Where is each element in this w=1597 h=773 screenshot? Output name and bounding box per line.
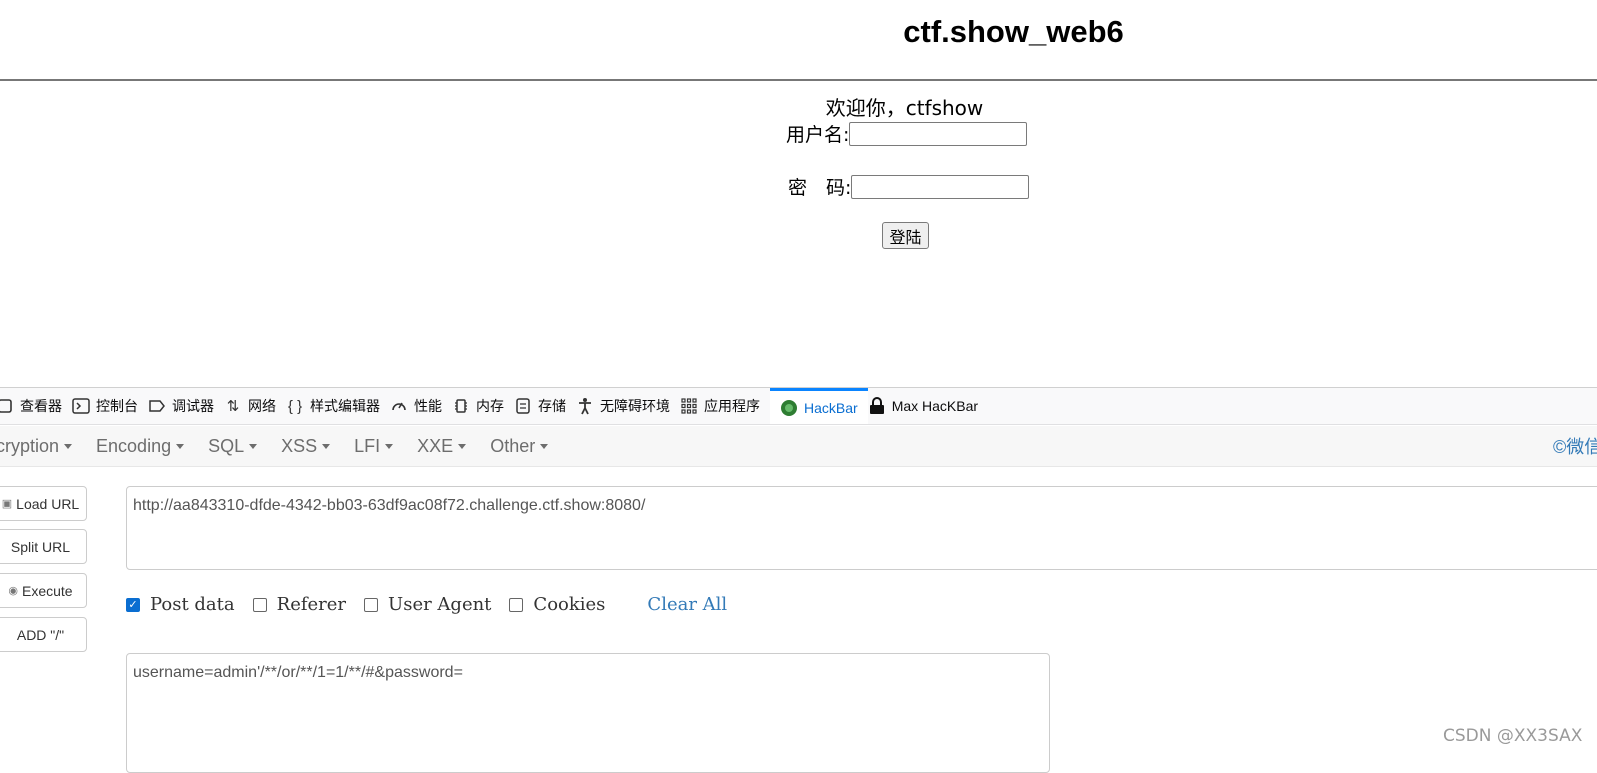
tab-label: 查看器 bbox=[20, 398, 62, 414]
button-label: Load URL bbox=[16, 495, 80, 512]
password-label: 密 码: bbox=[788, 177, 852, 199]
divider bbox=[0, 79, 1597, 81]
tab-label: 网络 bbox=[248, 398, 276, 414]
hackbar-options: ✓ Post data Referer User Agent Cookies Cl… bbox=[126, 594, 727, 615]
username-row: 用户名: bbox=[786, 120, 1028, 147]
load-icon: ▣ bbox=[1, 498, 13, 510]
accessibility-icon bbox=[576, 397, 594, 415]
menu-sql[interactable]: SQL bbox=[208, 435, 258, 457]
menu-label: Other bbox=[490, 435, 536, 456]
devtools-tabbar: 查看器 控制台 调试器 ⇅ 网络 { } 样式编辑器 性能 内存 存储 无障碍环… bbox=[0, 388, 1597, 425]
application-icon bbox=[680, 397, 698, 415]
tab-label: 应用程序 bbox=[704, 398, 760, 414]
checkbox-icon[interactable] bbox=[364, 597, 379, 612]
network-icon: ⇅ bbox=[226, 398, 240, 415]
option-cookies[interactable]: Cookies bbox=[509, 594, 605, 615]
tab-label: 调试器 bbox=[172, 398, 214, 414]
tab-label: 样式编辑器 bbox=[310, 398, 380, 414]
menu-label: SQL bbox=[208, 435, 245, 456]
button-label: ADD "/" bbox=[16, 626, 65, 643]
url-value: http://aa843310-dfde-4342-bb03-63df9ac08… bbox=[133, 497, 646, 514]
tab-accessibility[interactable]: 无障碍环境 bbox=[576, 388, 680, 424]
menu-xxe[interactable]: XXE bbox=[417, 435, 467, 457]
caret-icon bbox=[322, 444, 331, 450]
tab-label: 性能 bbox=[414, 398, 442, 414]
caret-icon bbox=[64, 444, 73, 450]
performance-icon bbox=[390, 397, 408, 415]
storage-icon bbox=[514, 397, 532, 415]
caret-icon bbox=[249, 444, 258, 450]
username-input[interactable] bbox=[849, 121, 1028, 146]
hackbar-icon bbox=[780, 399, 798, 417]
tab-storage[interactable]: 存储 bbox=[514, 388, 576, 424]
menu-encoding[interactable]: Encoding bbox=[96, 435, 185, 457]
max-hackbar-icon bbox=[868, 397, 886, 415]
option-label: Post data bbox=[150, 594, 235, 615]
caret-icon bbox=[540, 444, 549, 450]
console-icon bbox=[72, 397, 90, 415]
menu-other[interactable]: Other bbox=[490, 435, 549, 457]
option-user-agent[interactable]: User Agent bbox=[364, 594, 491, 615]
tab-label: HackBar bbox=[804, 399, 858, 416]
button-label: Split URL bbox=[10, 538, 71, 555]
menu-encryption[interactable]: cryption bbox=[0, 435, 73, 457]
checkbox-icon[interactable] bbox=[252, 597, 267, 612]
hackbar-menu: cryption Encoding SQL XSS LFI XXE Other … bbox=[0, 426, 1597, 467]
option-label: Referer bbox=[276, 594, 347, 615]
password-input[interactable] bbox=[851, 174, 1030, 199]
debugger-icon bbox=[148, 397, 166, 415]
checkbox-checked-icon[interactable]: ✓ bbox=[126, 597, 140, 612]
post-data-textarea[interactable]: username=admin'/**/or/**/1=1/**/#&passwo… bbox=[126, 653, 1050, 773]
tab-memory[interactable]: 内存 bbox=[452, 388, 514, 424]
tab-style-editor[interactable]: { } 样式编辑器 bbox=[286, 388, 390, 424]
caret-icon bbox=[385, 444, 394, 450]
execute-icon: ◉ bbox=[8, 585, 18, 597]
welcome-text: 欢迎你，ctfshow bbox=[825, 96, 984, 120]
load-url-button[interactable]: ▣ Load URL bbox=[0, 486, 87, 521]
page-title: ctf.show_web6 bbox=[903, 14, 1124, 49]
menu-xss[interactable]: XSS bbox=[281, 435, 331, 457]
split-url-button[interactable]: Split URL bbox=[0, 529, 87, 564]
menu-label: XXE bbox=[417, 435, 454, 456]
add-slash-button[interactable]: ADD "/" bbox=[0, 617, 87, 652]
tab-debugger[interactable]: 调试器 bbox=[148, 388, 224, 424]
execute-button[interactable]: ◉ Execute bbox=[0, 573, 87, 608]
checkbox-icon[interactable] bbox=[509, 597, 524, 612]
tab-label: 存储 bbox=[538, 398, 566, 414]
caret-icon bbox=[176, 444, 185, 450]
tab-max-hackbar[interactable]: Max HacKBar bbox=[868, 388, 988, 424]
tab-network[interactable]: ⇅ 网络 bbox=[224, 388, 286, 424]
username-label: 用户名: bbox=[786, 124, 850, 146]
option-label: User Agent bbox=[388, 594, 492, 615]
option-referer[interactable]: Referer bbox=[252, 594, 347, 615]
option-post-data[interactable]: ✓ Post data bbox=[126, 594, 235, 615]
option-label: Cookies bbox=[533, 594, 606, 615]
tab-label: 无障碍环境 bbox=[600, 398, 670, 414]
password-row: 密 码: bbox=[788, 173, 1030, 200]
menu-label: Encoding bbox=[96, 435, 172, 456]
watermark: CSDN @XX3SAX bbox=[1443, 726, 1583, 746]
caret-icon bbox=[458, 444, 467, 450]
post-data-value: username=admin'/**/or/**/1=1/**/#&passwo… bbox=[133, 664, 463, 681]
login-button[interactable]: 登陆 bbox=[882, 222, 929, 249]
clear-all-link[interactable]: Clear All bbox=[647, 594, 727, 615]
menu-lfi[interactable]: LFI bbox=[354, 435, 394, 457]
menu-label: LFI bbox=[354, 435, 381, 456]
tab-label: Max HacKBar bbox=[891, 398, 979, 414]
menu-label: cryption bbox=[0, 435, 60, 456]
inspector-icon bbox=[0, 397, 14, 415]
tab-application[interactable]: 应用程序 bbox=[680, 388, 770, 424]
button-label: Execute bbox=[22, 582, 73, 599]
tab-label: 控制台 bbox=[96, 398, 138, 414]
tab-console[interactable]: 控制台 bbox=[72, 388, 148, 424]
tab-label: 内存 bbox=[476, 398, 504, 414]
tab-hackbar[interactable]: HackBar bbox=[770, 388, 868, 424]
memory-icon bbox=[452, 397, 470, 415]
menu-label: XSS bbox=[281, 435, 318, 456]
url-textarea[interactable]: http://aa843310-dfde-4342-bb03-63df9ac08… bbox=[126, 486, 1597, 570]
tab-performance[interactable]: 性能 bbox=[390, 388, 452, 424]
wechat-link[interactable]: ©微信 bbox=[1553, 433, 1597, 459]
style-editor-icon: { } bbox=[287, 397, 303, 415]
tab-inspector[interactable]: 查看器 bbox=[0, 388, 72, 424]
